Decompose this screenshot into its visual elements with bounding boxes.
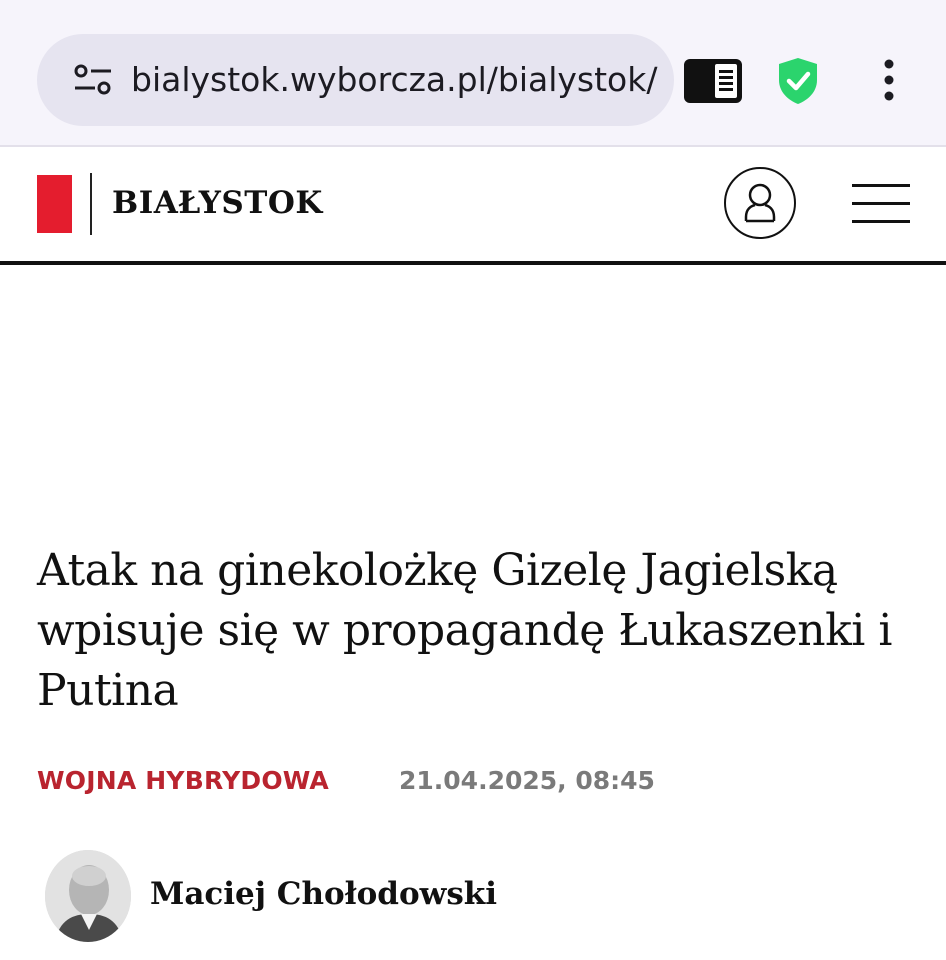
url-text[interactable]: bialystok.wyborcza.pl/bialystok/	[131, 60, 661, 100]
article-meta: WOJNA HYBRYDOWA 21.04.2025, 08:45	[37, 766, 655, 806]
section-title[interactable]: BIAŁYSTOK	[112, 185, 323, 221]
logo-divider	[90, 173, 92, 235]
shield-check-icon[interactable]	[776, 56, 820, 106]
publish-date: 21.04.2025, 08:45	[399, 766, 655, 795]
more-vert-icon[interactable]	[876, 58, 902, 106]
category-tag[interactable]: WOJNA HYBRYDOWA	[37, 766, 329, 795]
author-name[interactable]: Maciej Chołodowski	[150, 876, 497, 912]
hamburger-icon[interactable]	[852, 184, 910, 224]
account-button[interactable]	[724, 167, 796, 239]
user-icon	[744, 183, 776, 223]
site-header: BIAŁYSTOK	[0, 147, 946, 265]
site-logo[interactable]	[37, 175, 72, 233]
tune-icon[interactable]	[73, 62, 113, 98]
address-bar[interactable]: bialystok.wyborcza.pl/bialystok/	[37, 34, 674, 126]
avatar[interactable]	[45, 850, 131, 942]
browser-toolbar: bialystok.wyborcza.pl/bialystok/	[0, 0, 946, 147]
reader-view-icon[interactable]	[683, 58, 743, 104]
article-headline: Atak na ginekolożkę Gizelę Jagielską wpi…	[37, 545, 892, 716]
